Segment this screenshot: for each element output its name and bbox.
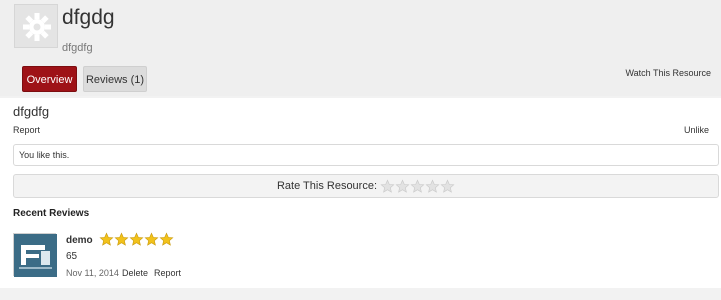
review-date[interactable]: Nov 11, 2014 xyxy=(66,268,119,278)
resource-tagline: dfgdfg xyxy=(62,42,93,54)
recent-reviews-heading: Recent Reviews xyxy=(13,208,90,219)
resource-tabs: Overview Reviews (1) Watch This Resource xyxy=(0,64,721,96)
rate-label: Rate This Resource: xyxy=(276,180,378,192)
overview-panel: dfgdfg Report Unlike You like this. Rate… xyxy=(0,98,721,288)
tab-overview[interactable]: Overview xyxy=(22,66,77,92)
like-summary-box: You like this. xyxy=(13,144,719,166)
review-star-icon xyxy=(144,232,159,246)
review-item: demo 65 Nov 11, 2014 Delete Report xyxy=(13,231,713,283)
review-text: 65 xyxy=(66,251,78,262)
unlike-link[interactable]: Unlike xyxy=(684,125,709,135)
rate-star-icon[interactable] xyxy=(395,178,410,194)
watch-resource-link[interactable]: Watch This Resource xyxy=(625,68,711,78)
overview-title: dfgdfg xyxy=(13,104,50,119)
rate-star-icon[interactable] xyxy=(440,178,455,194)
resource-icon xyxy=(14,4,58,48)
rate-star-icon[interactable] xyxy=(425,178,440,194)
avatar[interactable] xyxy=(13,233,57,277)
resource-title: dfgdg xyxy=(62,6,115,29)
review-report-link[interactable]: Report xyxy=(154,268,181,278)
review-username[interactable]: demo xyxy=(66,235,93,246)
gear-icon xyxy=(23,13,51,41)
review-rating-stars xyxy=(99,232,174,247)
like-text: You like this. xyxy=(19,150,70,160)
rating-stars[interactable] xyxy=(380,178,455,194)
rate-star-icon[interactable] xyxy=(380,178,395,194)
review-star-icon xyxy=(159,232,174,246)
rate-resource-box: Rate This Resource: xyxy=(13,174,719,198)
resource-header: dfgdg dfgdfg xyxy=(0,0,721,66)
review-delete-link[interactable]: Delete xyxy=(122,268,148,278)
review-star-icon xyxy=(99,232,114,246)
review-star-icon xyxy=(114,232,129,246)
tab-reviews[interactable]: Reviews (1) xyxy=(83,66,147,92)
rate-star-icon[interactable] xyxy=(410,178,425,194)
avatar-logo-icon xyxy=(14,234,57,277)
review-star-icon xyxy=(129,232,144,246)
report-link[interactable]: Report xyxy=(13,125,40,135)
